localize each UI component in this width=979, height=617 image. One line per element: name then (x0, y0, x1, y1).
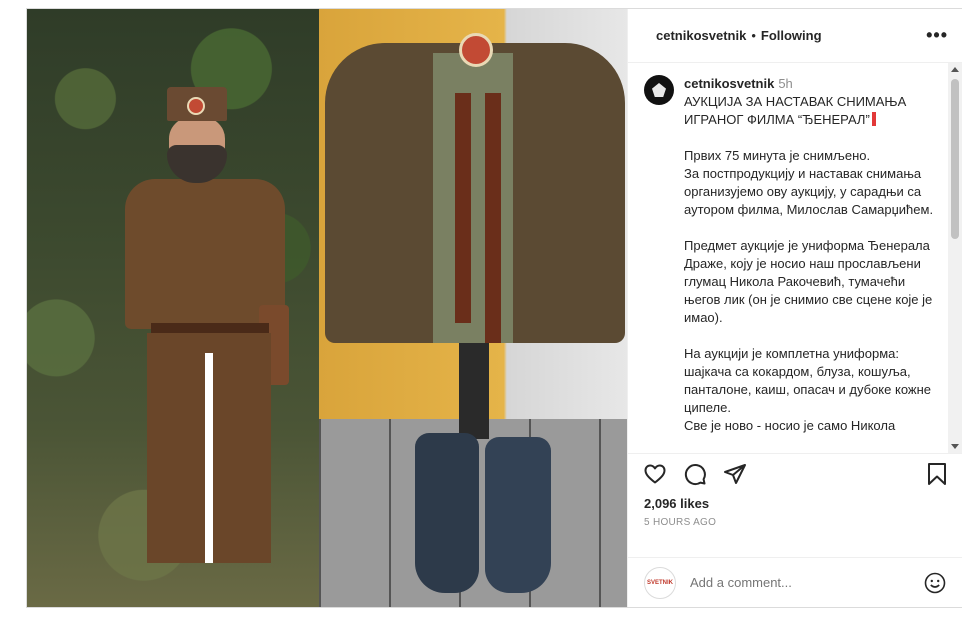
likes-count[interactable]: 2,096 likes (628, 496, 962, 511)
commenter-avatar: SVETNIK (644, 566, 676, 599)
post-header: cetnikosvetnik • Following ••• (628, 9, 962, 63)
add-comment-bar: SVETNIK (628, 557, 962, 607)
post-dialog: cetnikosvetnik • Following ••• cetnikosv… (26, 8, 962, 608)
caption-area: cetnikosvetnik 5h АУКЦИЈА ЗА НАСТАВАК СНИ… (628, 63, 962, 453)
caption-username[interactable]: cetnikosvetnik (684, 76, 774, 91)
following-button[interactable]: Following (761, 28, 822, 43)
avatar[interactable] (644, 75, 674, 105)
emoji-icon[interactable] (924, 572, 946, 594)
caption: cetnikosvetnik 5h АУКЦИЈА ЗА НАСТАВАК СНИ… (684, 75, 942, 435)
caption-paragraph-1: Првих 75 минута је снимљено. За постпрод… (684, 148, 934, 217)
post-actions: 2,096 likes 5 HOURS AGO (628, 453, 962, 528)
caption-paragraph-2: Предмет аукције је униформа Ђенерала Дра… (684, 238, 936, 325)
bookmark-icon[interactable] (924, 461, 950, 487)
scroll-down-icon[interactable] (951, 444, 959, 449)
caption-paragraph-3: На аукцији је комплетна униформа: шајкач… (684, 346, 932, 433)
share-icon[interactable] (722, 461, 748, 487)
photo-uniform-on-stand (319, 9, 627, 607)
header-separator: • (751, 28, 756, 43)
scroll-thumb[interactable] (951, 79, 959, 239)
comment-input[interactable] (688, 574, 924, 591)
scroll-up-icon[interactable] (951, 67, 959, 72)
post-side-panel: cetnikosvetnik • Following ••• cetnikosv… (627, 9, 962, 607)
caption-time: 5h (778, 76, 793, 91)
photo-actor-in-uniform (27, 9, 319, 607)
heart-icon[interactable] (642, 461, 668, 487)
comment-icon[interactable] (682, 461, 708, 487)
scrollbar[interactable] (948, 63, 962, 453)
post-time-ago: 5 HOURS AGO (644, 517, 717, 528)
exclamation-icon (871, 112, 876, 126)
post-image[interactable] (27, 9, 627, 607)
more-options-icon[interactable]: ••• (926, 25, 948, 46)
header-username[interactable]: cetnikosvetnik (656, 28, 746, 43)
caption-title: АУКЦИЈА ЗА НАСТАВАК СНИМАЊА ИГРАНОГ ФИЛМ… (684, 94, 910, 127)
